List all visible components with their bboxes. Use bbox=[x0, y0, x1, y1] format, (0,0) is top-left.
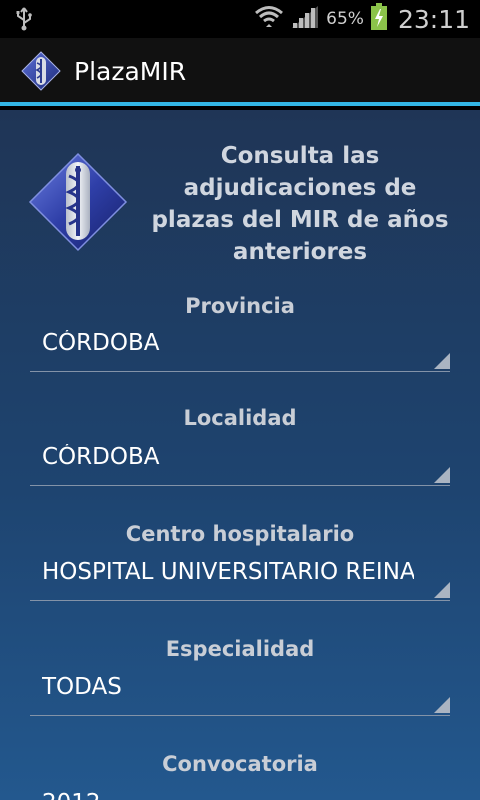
dropdown-arrow-icon bbox=[434, 467, 450, 483]
convocatoria-spinner[interactable]: 2012 bbox=[30, 782, 450, 800]
localidad-label: Localidad bbox=[183, 406, 297, 430]
main-content: Consulta las adjudicaciones de plazas de… bbox=[0, 110, 480, 800]
signal-icon bbox=[290, 4, 320, 34]
battery-percent: 65% bbox=[326, 9, 364, 29]
caduceus-logo bbox=[26, 150, 130, 254]
centro-label: Centro hospitalario bbox=[125, 522, 355, 546]
especialidad-spinner[interactable]: TODAS bbox=[30, 666, 450, 716]
localidad-spinner[interactable]: CÓRDOBA bbox=[30, 436, 450, 486]
dropdown-arrow-icon bbox=[434, 697, 450, 713]
battery-charging-icon bbox=[370, 3, 388, 35]
caduceus-icon[interactable] bbox=[20, 50, 62, 92]
headline: Consulta las adjudicaciones de plazas de… bbox=[151, 143, 449, 265]
convocatoria-label: Convocatoria bbox=[162, 752, 318, 776]
status-icons: 65% 23:11 bbox=[254, 0, 470, 38]
especialidad-value: TODAS bbox=[42, 674, 122, 700]
dropdown-arrow-icon bbox=[434, 582, 450, 598]
dropdown-arrow-icon bbox=[434, 353, 450, 369]
app-title: PlazaMIR bbox=[74, 57, 187, 86]
localidad-value: CÓRDOBA bbox=[42, 444, 160, 470]
status-bar: 65% 23:11 bbox=[0, 0, 480, 38]
provincia-value: CÓRDOBA bbox=[42, 330, 160, 356]
action-bar: PlazaMIR bbox=[0, 38, 480, 106]
provincia-label: Provincia bbox=[185, 294, 295, 318]
clock: 23:11 bbox=[397, 4, 470, 34]
centro-spinner[interactable]: HOSPITAL UNIVERSITARIO REINA SOFÍA bbox=[30, 551, 450, 601]
wifi-icon bbox=[254, 4, 284, 34]
convocatoria-value: 2012 bbox=[42, 790, 414, 800]
provincia-spinner[interactable]: CÓRDOBA bbox=[30, 322, 450, 372]
especialidad-label: Especialidad bbox=[165, 637, 315, 661]
centro-value: HOSPITAL UNIVERSITARIO REINA SOFÍA bbox=[42, 559, 414, 585]
usb-icon bbox=[14, 6, 34, 36]
